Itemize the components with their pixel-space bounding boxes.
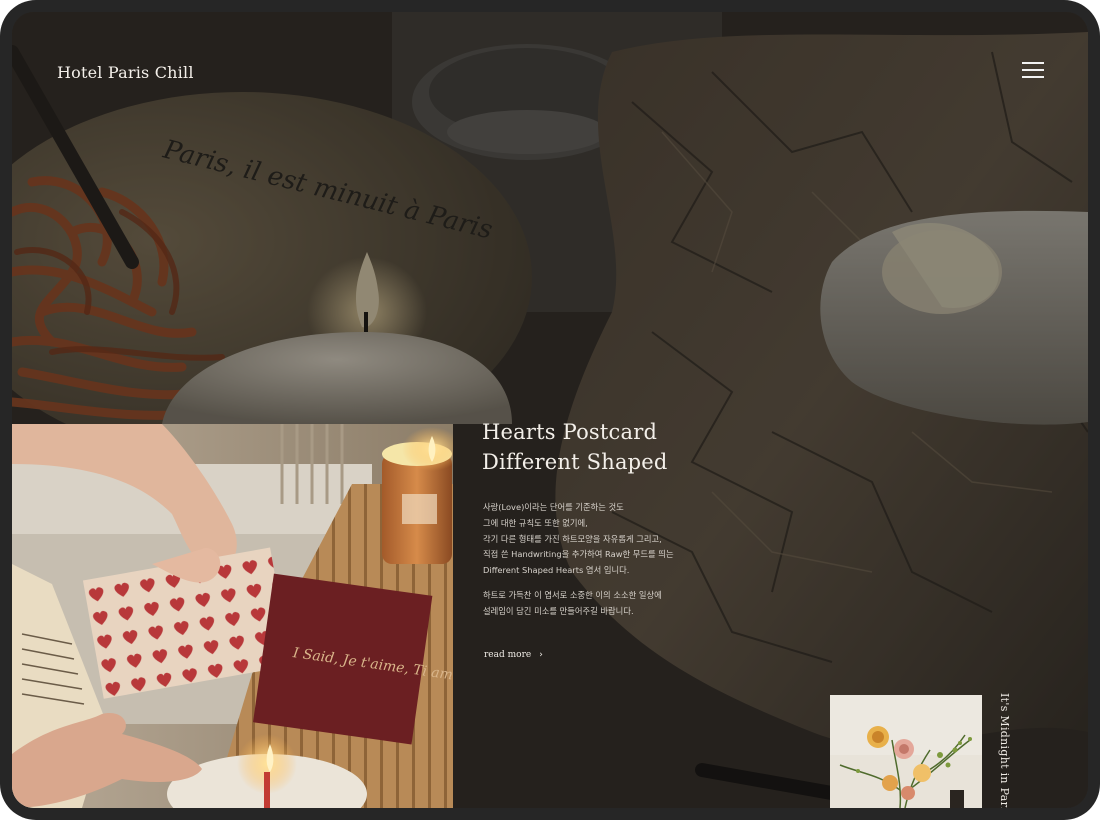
- article-paragraph: 하트로 가득찬 이 엽서로 소중한 이의 소소한 일상에 설레임이 담긴 미소를…: [483, 588, 783, 620]
- chevron-right-icon: ›: [539, 650, 543, 660]
- article-title-line: Hearts Postcard: [482, 420, 658, 444]
- paragraph-line: 직접 쓴 Handwriting을 추가하여 Raw한 무드를 띄는: [483, 549, 674, 560]
- hamburger-menu-icon[interactable]: [1022, 62, 1050, 82]
- paragraph-line: Different Shaped Hearts 엽서 입니다.: [483, 565, 630, 576]
- screen: Paris, il est minuit à Paris Hotel Paris…: [12, 12, 1088, 808]
- paragraph-line: 하트로 가득찬 이 엽서로 소중한 이의 소소한 일상에: [483, 589, 662, 600]
- article-paragraph: 사랑(Love)이라는 단어를 기준하는 것도 그에 대한 규칙도 또한 없기에…: [483, 500, 783, 579]
- paragraph-line: 그에 대한 규칙도 또한 없기에,: [483, 517, 588, 528]
- paragraph-line: 각기 다른 형태를 가진 하트모양을 자유롭게 그리고,: [483, 533, 662, 544]
- menu-line: [1022, 69, 1044, 71]
- article-title: Hearts Postcard Different Shaped: [482, 417, 762, 477]
- menu-line: [1022, 62, 1044, 64]
- article-title-line: Different Shaped: [482, 450, 668, 474]
- paragraph-line: 사랑(Love)이라는 단어를 기준하는 것도: [483, 502, 624, 512]
- menu-line: [1022, 76, 1044, 78]
- side-vertical-title: It's Midnight in Paris: [998, 693, 1011, 808]
- side-photo[interactable]: [830, 695, 982, 808]
- device-frame: Paris, il est minuit à Paris Hotel Paris…: [0, 0, 1100, 820]
- brand-logo[interactable]: Hotel Paris Chill: [57, 63, 194, 82]
- read-more-link[interactable]: read more ›: [484, 650, 543, 660]
- feature-photo[interactable]: I Said, Je t'aime, Ti amo, Te quiero: [12, 424, 453, 808]
- article-body: 사랑(Love)이라는 단어를 기준하는 것도 그에 대한 규칙도 또한 없기에…: [483, 500, 783, 629]
- paragraph-line: 설레임이 담긴 미소를 만들어주길 바랍니다.: [483, 605, 634, 616]
- read-more-label: read more: [484, 650, 532, 660]
